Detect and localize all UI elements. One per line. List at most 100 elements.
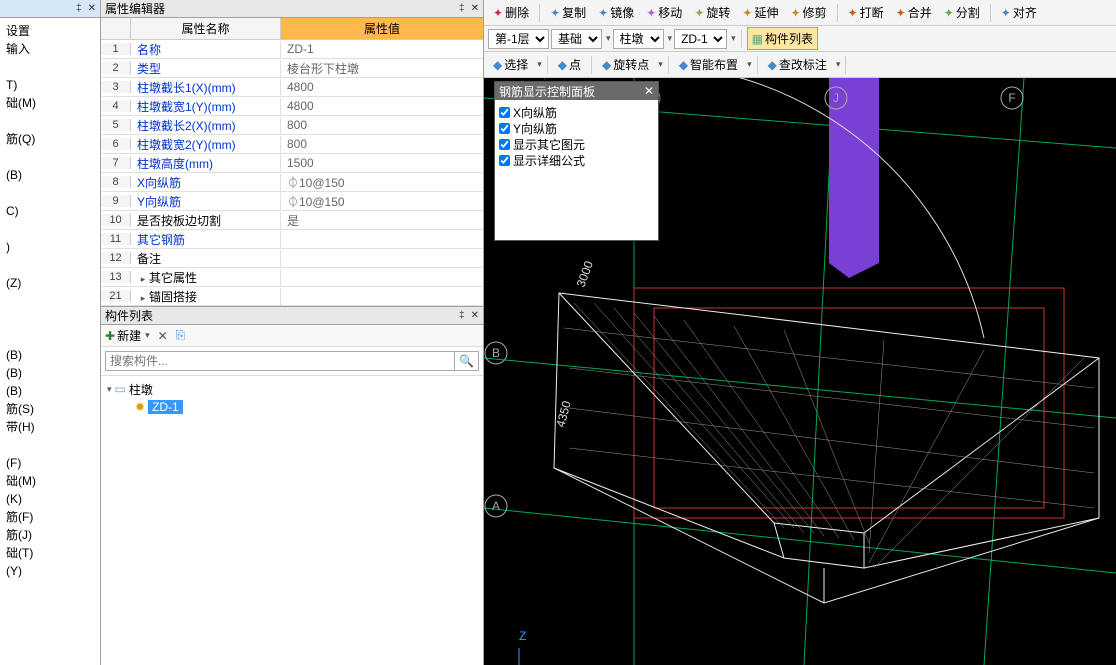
left-item[interactable]: (Y) xyxy=(2,562,98,580)
left-item[interactable]: 设置 xyxy=(2,22,98,40)
property-row[interactable]: 5柱墩截长2(X)(mm)800 xyxy=(101,116,483,135)
chevron-down-icon: ▾ xyxy=(145,330,150,341)
left-item[interactable]: 筋(Q) xyxy=(2,130,98,148)
left-item[interactable] xyxy=(2,310,98,328)
subcategory-select[interactable]: 柱墩 xyxy=(613,29,664,49)
chevron-down-icon[interactable]: ▾ xyxy=(836,59,841,70)
property-row[interactable]: 12备注 xyxy=(101,249,483,268)
left-item[interactable]: 输入 xyxy=(2,40,98,58)
toolbar-btn-对齐[interactable]: ✦对齐 xyxy=(996,1,1042,24)
checkbox-row[interactable]: Y向纵筋 xyxy=(499,120,654,136)
left-item[interactable]: (B) xyxy=(2,364,98,382)
float-panel-header[interactable]: 钢筋显示控制面板 ✕ xyxy=(495,82,658,100)
pin-icon[interactable]: ‡ xyxy=(459,3,465,14)
toolbar-btn-智能布置[interactable]: ◆智能布置 xyxy=(674,53,743,76)
chevron-down-icon[interactable]: ▾ xyxy=(606,33,611,44)
left-item[interactable] xyxy=(2,436,98,454)
close-icon[interactable]: ✕ xyxy=(471,3,479,14)
property-row[interactable]: 3柱墩截长1(X)(mm)4800 xyxy=(101,78,483,97)
left-item[interactable]: C) xyxy=(2,202,98,220)
left-item[interactable]: 筋(S) xyxy=(2,400,98,418)
toolbar-btn-选择[interactable]: ◆选择 xyxy=(488,53,533,76)
property-row[interactable]: 10是否按板边切割是 xyxy=(101,211,483,230)
left-item[interactable] xyxy=(2,58,98,76)
close-icon[interactable]: ✕ xyxy=(88,3,96,14)
left-item[interactable]: (Z) xyxy=(2,274,98,292)
toolbar-btn-查改标注[interactable]: ◆查改标注 xyxy=(763,53,832,76)
left-item[interactable]: 筋(F) xyxy=(2,508,98,526)
property-row[interactable]: 2类型棱台形下柱墩 xyxy=(101,59,483,78)
toolbar-btn-复制[interactable]: ✦复制 xyxy=(545,1,591,24)
property-row[interactable]: 7柱墩高度(mm)1500 xyxy=(101,154,483,173)
left-item[interactable]: (B) xyxy=(2,382,98,400)
checkbox[interactable] xyxy=(499,123,510,134)
delete-button[interactable]: ✕ xyxy=(158,329,168,343)
tree-root[interactable]: ▾ ▭ 柱墩 xyxy=(107,380,477,398)
left-item[interactable]: 础(M) xyxy=(2,94,98,112)
left-item[interactable] xyxy=(2,148,98,166)
property-row[interactable]: 9Y向纵筋⏀10@150 xyxy=(101,192,483,211)
left-item[interactable]: (B) xyxy=(2,166,98,184)
chevron-down-icon[interactable]: ▾ xyxy=(658,59,663,70)
left-item[interactable] xyxy=(2,112,98,130)
search-button[interactable]: 🔍 xyxy=(455,351,479,371)
left-item[interactable] xyxy=(2,328,98,346)
left-item[interactable] xyxy=(2,292,98,310)
left-item[interactable]: ) xyxy=(2,238,98,256)
left-item[interactable]: (F) xyxy=(2,454,98,472)
toolbar-btn-点[interactable]: ◆点 xyxy=(553,53,586,76)
rebar-display-panel[interactable]: 钢筋显示控制面板 ✕ X向纵筋Y向纵筋显示其它图元显示详细公式 xyxy=(494,81,659,241)
viewport-3d[interactable]: E J F B A Z 3000 4350 钢筋显示控制面板 ✕ X向纵筋Y向纵… xyxy=(484,78,1116,665)
left-item[interactable]: (B) xyxy=(2,346,98,364)
toolbar-btn-构件列表[interactable]: ▦构件列表 xyxy=(747,27,818,50)
property-row[interactable]: 11其它钢筋 xyxy=(101,230,483,249)
chevron-down-icon[interactable]: ▾ xyxy=(668,33,673,44)
checkbox[interactable] xyxy=(499,155,510,166)
tree-item-zd1[interactable]: ✹ ZD-1 xyxy=(107,398,477,416)
close-icon[interactable]: ✕ xyxy=(644,84,654,98)
checkbox-row[interactable]: 显示其它图元 xyxy=(499,136,654,152)
pin-icon[interactable]: ‡ xyxy=(76,3,82,14)
new-button[interactable]: ✚ 新建 ▾ xyxy=(105,327,150,344)
category-select[interactable]: 基础 xyxy=(551,29,602,49)
toolbar-btn-旋转[interactable]: ✦旋转 xyxy=(689,1,735,24)
property-row[interactable]: 1名称ZD-1 xyxy=(101,40,483,59)
property-row[interactable]: 6柱墩截宽2(Y)(mm)800 xyxy=(101,135,483,154)
property-row[interactable]: 13▸其它属性 xyxy=(101,268,483,287)
item-select[interactable]: ZD-1 xyxy=(674,29,727,49)
toolbar-btn-删除[interactable]: ✦删除 xyxy=(488,1,534,24)
left-item[interactable]: T) xyxy=(2,76,98,94)
chevron-down-icon[interactable]: ▾ xyxy=(731,33,736,44)
checkbox-row[interactable]: X向纵筋 xyxy=(499,104,654,120)
left-item[interactable]: 筋(J) xyxy=(2,526,98,544)
toolbar-btn-旋转点[interactable]: ◆旋转点 xyxy=(597,53,654,76)
checkbox[interactable] xyxy=(499,139,510,150)
checkbox[interactable] xyxy=(499,107,510,118)
property-row[interactable]: 4柱墩截宽1(Y)(mm)4800 xyxy=(101,97,483,116)
chevron-down-icon[interactable]: ▾ xyxy=(747,59,752,70)
checkbox-row[interactable]: 显示详细公式 xyxy=(499,152,654,168)
left-item[interactable]: 础(M) xyxy=(2,472,98,490)
chevron-down-icon[interactable]: ▾ xyxy=(537,59,542,70)
left-item[interactable] xyxy=(2,220,98,238)
toolbar-btn-打断[interactable]: ✦打断 xyxy=(843,1,889,24)
toolbar-btn-镜像[interactable]: ✦镜像 xyxy=(593,1,639,24)
toolbar-btn-分割[interactable]: ✦分割 xyxy=(939,1,985,24)
svg-text:3000: 3000 xyxy=(574,259,596,289)
left-item[interactable] xyxy=(2,256,98,274)
close-icon[interactable]: ✕ xyxy=(471,310,479,321)
pin-icon[interactable]: ‡ xyxy=(459,310,465,321)
floor-select[interactable]: 第-1层 xyxy=(488,29,549,49)
search-input[interactable] xyxy=(105,351,455,371)
left-item[interactable] xyxy=(2,184,98,202)
toolbar-btn-合并[interactable]: ✦合并 xyxy=(891,1,937,24)
left-item[interactable]: (K) xyxy=(2,490,98,508)
left-item[interactable]: 础(T) xyxy=(2,544,98,562)
property-row[interactable]: 8X向纵筋⏀10@150 xyxy=(101,173,483,192)
toolbar-btn-修剪[interactable]: ✦修剪 xyxy=(785,1,831,24)
toolbar-btn-移动[interactable]: ✦移动 xyxy=(641,1,687,24)
copy-button[interactable]: ⎘ xyxy=(176,328,186,343)
left-item[interactable]: 带(H) xyxy=(2,418,98,436)
toolbar-btn-延伸[interactable]: ✦延伸 xyxy=(737,1,783,24)
property-row[interactable]: 21▸锚固搭接 xyxy=(101,287,483,306)
